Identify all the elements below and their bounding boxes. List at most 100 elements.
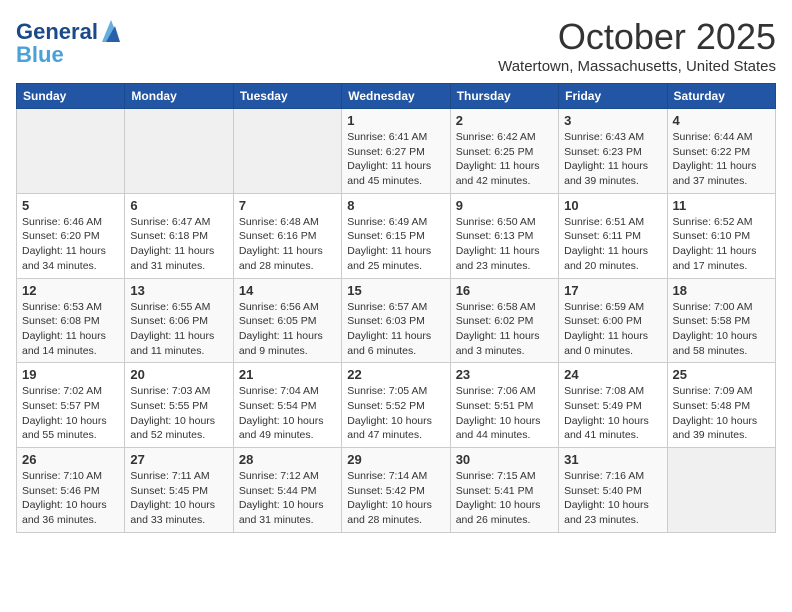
day-info: Sunrise: 7:10 AMSunset: 5:46 PMDaylight:… <box>22 469 119 528</box>
calendar-week-1: 1Sunrise: 6:41 AMSunset: 6:27 PMDaylight… <box>17 109 776 194</box>
day-info: Sunrise: 6:43 AMSunset: 6:23 PMDaylight:… <box>564 130 661 189</box>
calendar-cell: 17Sunrise: 6:59 AMSunset: 6:00 PMDayligh… <box>559 278 667 363</box>
day-number: 20 <box>130 367 227 382</box>
calendar-cell: 29 Sunrise: 7:14 AMSunset: 5:42 PMDayligh… <box>342 448 450 533</box>
day-info: Sunrise: 7:09 AMSunset: 5:48 PMDaylight:… <box>673 384 770 443</box>
day-number: 11 <box>673 198 770 213</box>
day-info: Sunrise: 6:59 AMSunset: 6:00 PMDaylight:… <box>564 300 661 359</box>
logo-text: General <box>16 21 98 43</box>
day-info: Sunrise: 6:57 AMSunset: 6:03 PMDaylight:… <box>347 300 444 359</box>
calendar-cell: 27 Sunrise: 7:11 AMSunset: 5:45 PMDayligh… <box>125 448 233 533</box>
calendar-cell <box>17 109 125 194</box>
day-number: 13 <box>130 283 227 298</box>
calendar-cell: 22Sunrise: 7:05 AMSunset: 5:52 PMDayligh… <box>342 363 450 448</box>
calendar-cell: 8 Sunrise: 6:49 AMSunset: 6:15 PMDaylight… <box>342 193 450 278</box>
day-number: 2 <box>456 113 553 128</box>
calendar-cell: 20 Sunrise: 7:03 AMSunset: 5:55 PMDayligh… <box>125 363 233 448</box>
logo-blue: Blue <box>16 44 122 66</box>
calendar-cell: 6Sunrise: 6:47 AMSunset: 6:18 PMDaylight… <box>125 193 233 278</box>
day-info: Sunrise: 6:49 AMSunset: 6:15 PMDaylight:… <box>347 215 444 274</box>
calendar-cell: 30 Sunrise: 7:15 AMSunset: 5:41 PMDayligh… <box>450 448 558 533</box>
month-title: October 2025 <box>498 16 776 58</box>
day-number: 24 <box>564 367 661 382</box>
weekday-sunday: Sunday <box>17 84 125 109</box>
calendar-cell: 14 Sunrise: 6:56 AMSunset: 6:05 PMDayligh… <box>233 278 341 363</box>
day-number: 29 <box>347 452 444 467</box>
day-info: Sunrise: 7:03 AMSunset: 5:55 PMDaylight:… <box>130 384 227 443</box>
calendar-body: 1Sunrise: 6:41 AMSunset: 6:27 PMDaylight… <box>17 109 776 533</box>
calendar-cell: 5 Sunrise: 6:46 AMSunset: 6:20 PMDaylight… <box>17 193 125 278</box>
calendar-table: SundayMondayTuesdayWednesdayThursdayFrid… <box>16 83 776 533</box>
weekday-saturday: Saturday <box>667 84 775 109</box>
day-info: Sunrise: 6:48 AMSunset: 6:16 PMDaylight:… <box>239 215 336 274</box>
day-number: 9 <box>456 198 553 213</box>
calendar-cell <box>125 109 233 194</box>
day-info: Sunrise: 6:51 AMSunset: 6:11 PMDaylight:… <box>564 215 661 274</box>
calendar-cell: 24Sunrise: 7:08 AMSunset: 5:49 PMDayligh… <box>559 363 667 448</box>
day-number: 14 <box>239 283 336 298</box>
day-number: 22 <box>347 367 444 382</box>
day-number: 23 <box>456 367 553 382</box>
day-number: 5 <box>22 198 119 213</box>
page-header: General Blue October 2025 Watertown, Mas… <box>16 16 776 75</box>
day-number: 7 <box>239 198 336 213</box>
day-info: Sunrise: 7:15 AMSunset: 5:41 PMDaylight:… <box>456 469 553 528</box>
logo-icon <box>100 18 122 44</box>
day-number: 15 <box>347 283 444 298</box>
day-info: Sunrise: 7:04 AMSunset: 5:54 PMDaylight:… <box>239 384 336 443</box>
day-info: Sunrise: 7:06 AMSunset: 5:51 PMDaylight:… <box>456 384 553 443</box>
calendar-cell: 7 Sunrise: 6:48 AMSunset: 6:16 PMDaylight… <box>233 193 341 278</box>
day-number: 28 <box>239 452 336 467</box>
calendar-cell: 9 Sunrise: 6:50 AMSunset: 6:13 PMDaylight… <box>450 193 558 278</box>
calendar-cell: 2 Sunrise: 6:42 AMSunset: 6:25 PMDaylight… <box>450 109 558 194</box>
logo: General Blue <box>16 20 122 66</box>
day-number: 6 <box>130 198 227 213</box>
day-info: Sunrise: 6:52 AMSunset: 6:10 PMDaylight:… <box>673 215 770 274</box>
day-info: Sunrise: 6:58 AMSunset: 6:02 PMDaylight:… <box>456 300 553 359</box>
day-number: 27 <box>130 452 227 467</box>
day-info: Sunrise: 7:11 AMSunset: 5:45 PMDaylight:… <box>130 469 227 528</box>
day-info: Sunrise: 7:02 AMSunset: 5:57 PMDaylight:… <box>22 384 119 443</box>
day-info: Sunrise: 7:14 AMSunset: 5:42 PMDaylight:… <box>347 469 444 528</box>
day-number: 8 <box>347 198 444 213</box>
calendar-cell: 4 Sunrise: 6:44 AMSunset: 6:22 PMDaylight… <box>667 109 775 194</box>
day-number: 16 <box>456 283 553 298</box>
day-number: 31 <box>564 452 661 467</box>
day-info: Sunrise: 7:12 AMSunset: 5:44 PMDaylight:… <box>239 469 336 528</box>
calendar-cell: 15 Sunrise: 6:57 AMSunset: 6:03 PMDayligh… <box>342 278 450 363</box>
weekday-thursday: Thursday <box>450 84 558 109</box>
calendar-cell: 12Sunrise: 6:53 AMSunset: 6:08 PMDayligh… <box>17 278 125 363</box>
day-number: 4 <box>673 113 770 128</box>
calendar-cell: 19 Sunrise: 7:02 AMSunset: 5:57 PMDayligh… <box>17 363 125 448</box>
calendar-cell: 28 Sunrise: 7:12 AMSunset: 5:44 PMDayligh… <box>233 448 341 533</box>
weekday-header: SundayMondayTuesdayWednesdayThursdayFrid… <box>17 84 776 109</box>
day-number: 21 <box>239 367 336 382</box>
calendar-cell <box>667 448 775 533</box>
day-number: 25 <box>673 367 770 382</box>
calendar-week-4: 19 Sunrise: 7:02 AMSunset: 5:57 PMDayligh… <box>17 363 776 448</box>
day-number: 3 <box>564 113 661 128</box>
day-number: 19 <box>22 367 119 382</box>
day-info: Sunrise: 7:00 AMSunset: 5:58 PMDaylight:… <box>673 300 770 359</box>
day-info: Sunrise: 6:44 AMSunset: 6:22 PMDaylight:… <box>673 130 770 189</box>
weekday-monday: Monday <box>125 84 233 109</box>
day-info: Sunrise: 6:42 AMSunset: 6:25 PMDaylight:… <box>456 130 553 189</box>
day-info: Sunrise: 6:46 AMSunset: 6:20 PMDaylight:… <box>22 215 119 274</box>
calendar-week-5: 26Sunrise: 7:10 AMSunset: 5:46 PMDayligh… <box>17 448 776 533</box>
calendar-week-3: 12Sunrise: 6:53 AMSunset: 6:08 PMDayligh… <box>17 278 776 363</box>
day-info: Sunrise: 6:50 AMSunset: 6:13 PMDaylight:… <box>456 215 553 274</box>
calendar-cell: 18Sunrise: 7:00 AMSunset: 5:58 PMDayligh… <box>667 278 775 363</box>
calendar-cell: 23 Sunrise: 7:06 AMSunset: 5:51 PMDayligh… <box>450 363 558 448</box>
calendar-cell: 3 Sunrise: 6:43 AMSunset: 6:23 PMDaylight… <box>559 109 667 194</box>
calendar-cell: 13Sunrise: 6:55 AMSunset: 6:06 PMDayligh… <box>125 278 233 363</box>
day-info: Sunrise: 6:53 AMSunset: 6:08 PMDaylight:… <box>22 300 119 359</box>
calendar-cell: 11 Sunrise: 6:52 AMSunset: 6:10 PMDayligh… <box>667 193 775 278</box>
day-info: Sunrise: 6:41 AMSunset: 6:27 PMDaylight:… <box>347 130 444 189</box>
day-info: Sunrise: 6:56 AMSunset: 6:05 PMDaylight:… <box>239 300 336 359</box>
day-number: 10 <box>564 198 661 213</box>
day-number: 30 <box>456 452 553 467</box>
weekday-friday: Friday <box>559 84 667 109</box>
calendar-week-2: 5 Sunrise: 6:46 AMSunset: 6:20 PMDaylight… <box>17 193 776 278</box>
day-info: Sunrise: 7:16 AMSunset: 5:40 PMDaylight:… <box>564 469 661 528</box>
calendar-cell: 16 Sunrise: 6:58 AMSunset: 6:02 PMDayligh… <box>450 278 558 363</box>
